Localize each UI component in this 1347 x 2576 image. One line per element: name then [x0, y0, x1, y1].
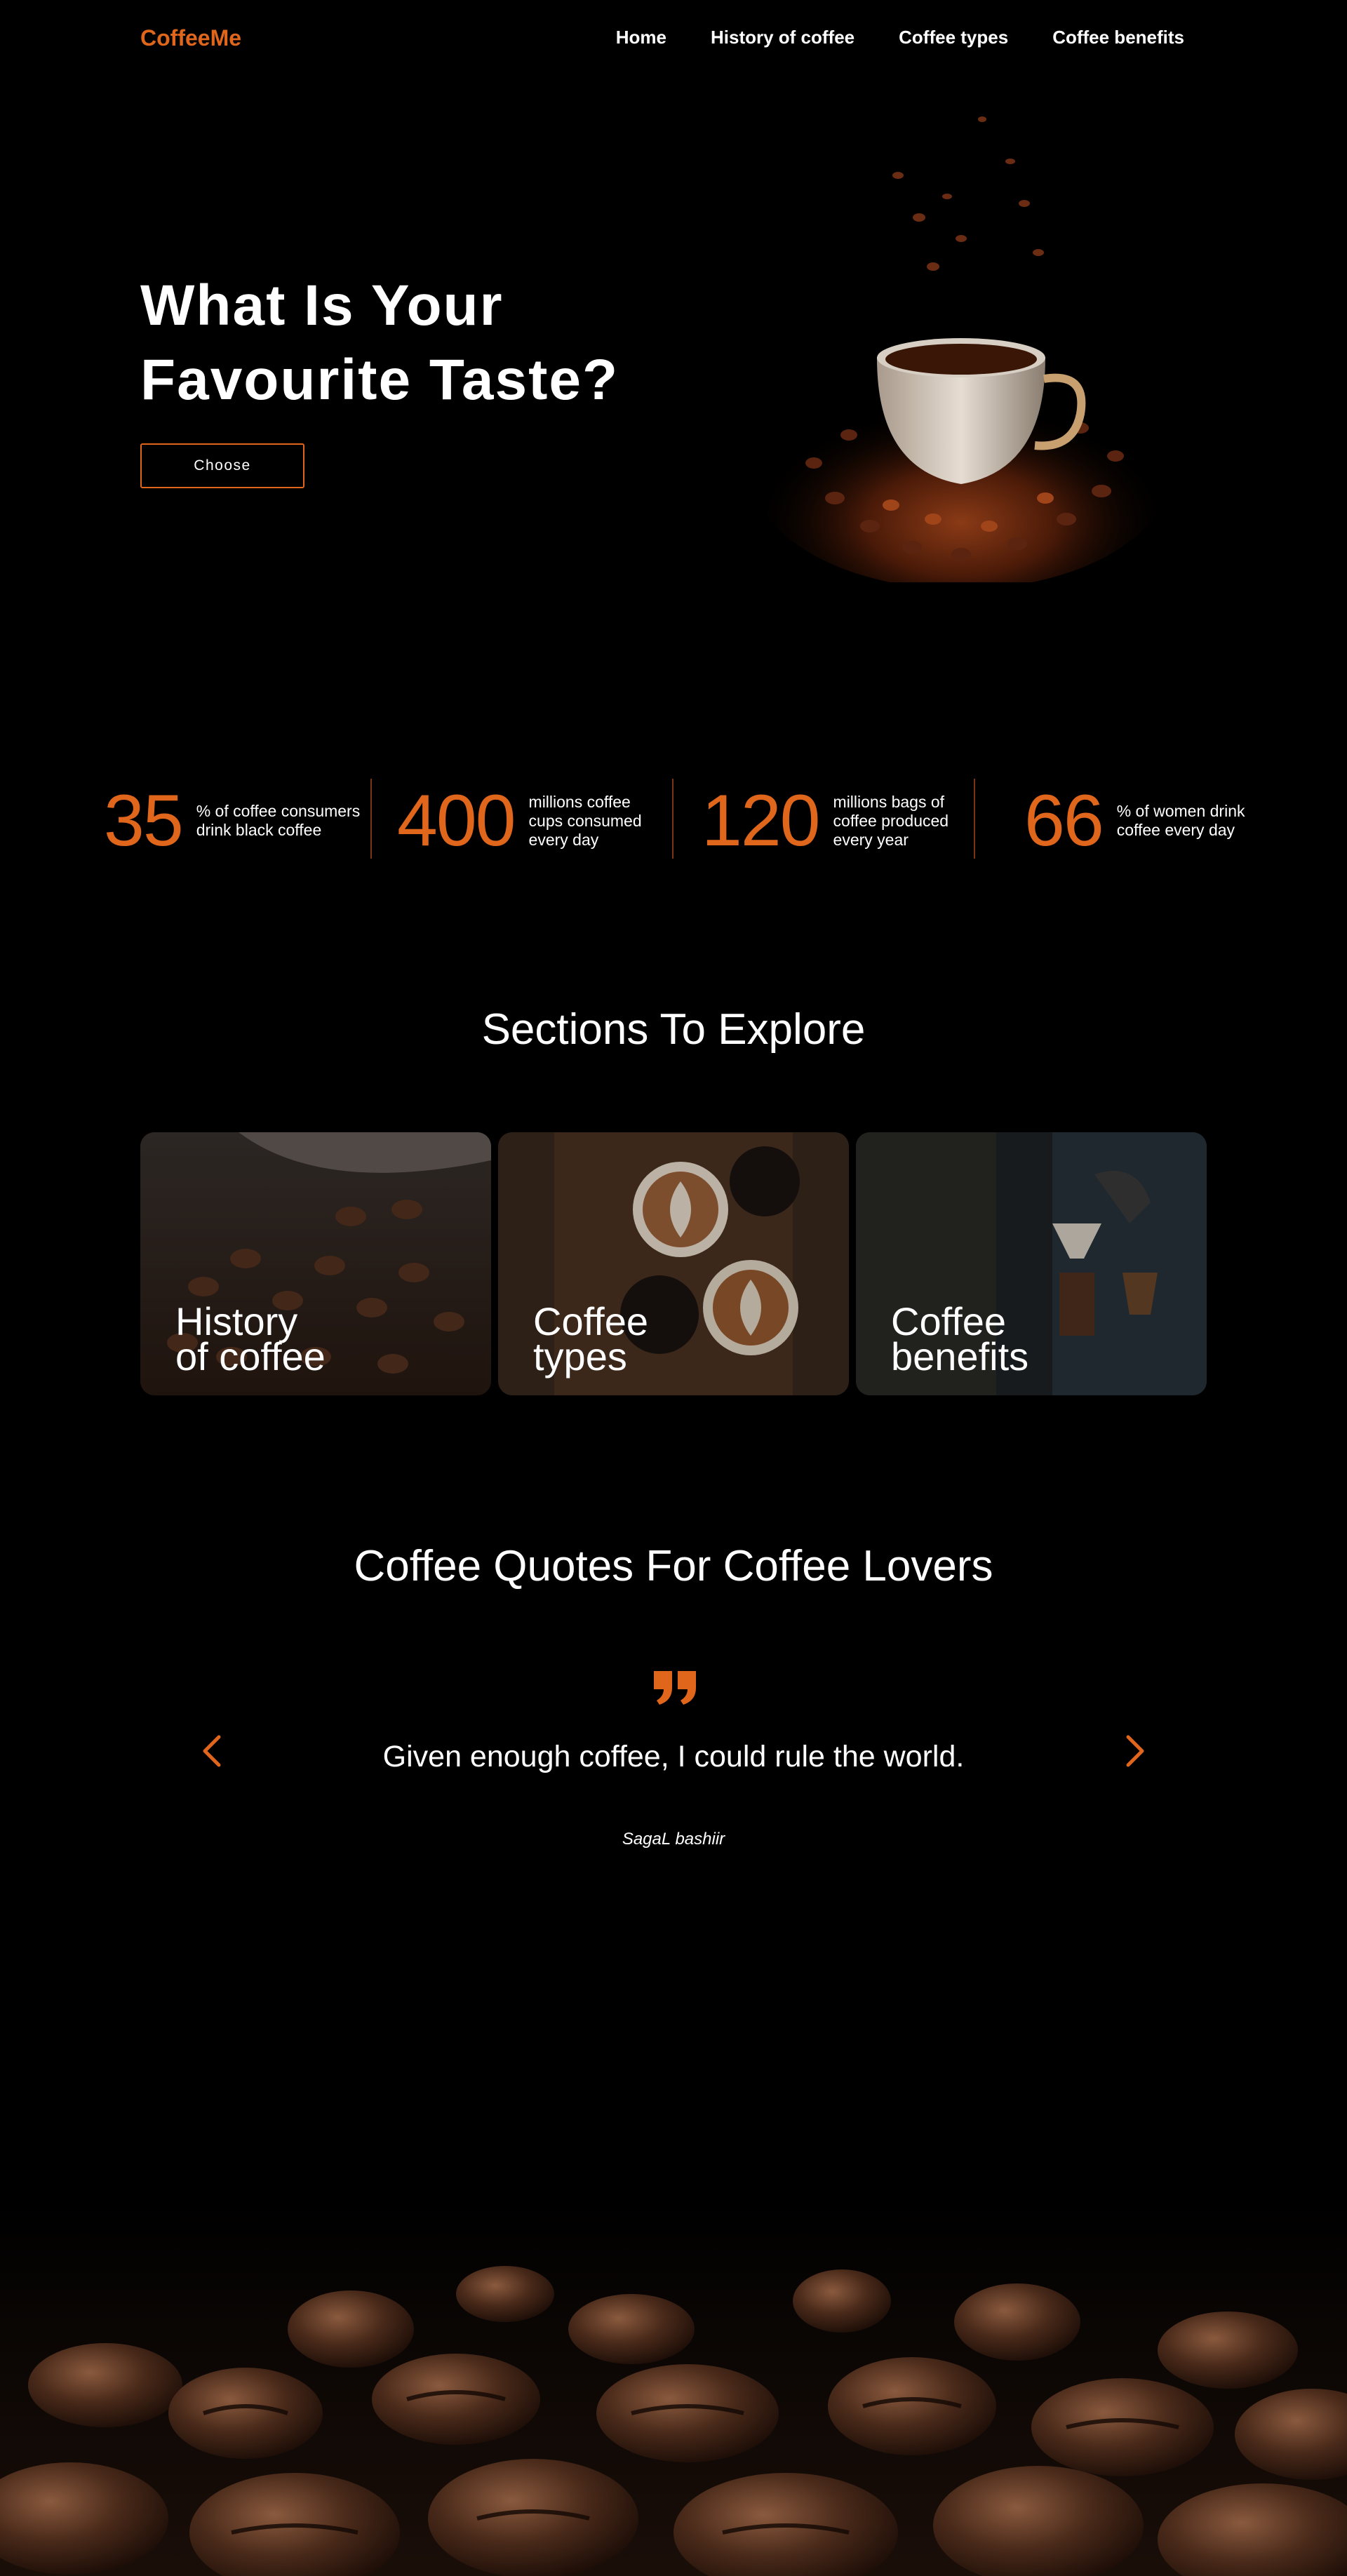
nav-coffee-benefits[interactable]: Coffee benefits [1052, 27, 1184, 48]
stat-women-coffee: 66 % of women drink coffee every day [1024, 779, 1257, 863]
quote-text: Given enough coffee, I could rule the wo… [382, 1740, 965, 1773]
quote-icon [654, 1671, 696, 1705]
stat-text: millions bags of coffee produced every y… [833, 792, 949, 849]
card-label-line2: benefits [891, 1334, 1029, 1378]
quote-author: SagaL bashiir [622, 1830, 725, 1849]
card-coffee-types[interactable]: Coffee types [498, 1132, 849, 1395]
card-coffee-benefits[interactable]: Coffee benefits [856, 1132, 1207, 1395]
stat-divider [974, 779, 975, 859]
nav-history-of-coffee[interactable]: History of coffee [711, 27, 855, 48]
card-history-of-coffee[interactable]: History of coffee [140, 1132, 491, 1395]
hero-title-line2: Favourite Taste? [140, 348, 619, 412]
coffee-beans-footer-image [0, 2203, 1347, 2576]
stat-value: 400 [397, 780, 516, 861]
quotes-title: Coffee Quotes For Coffee Lovers [354, 1542, 993, 1590]
stat-coffee-cups: 400 millions coffee cups consumed every … [397, 779, 652, 863]
stat-black-coffee: 35 % of coffee consumers drink black cof… [104, 779, 361, 863]
stat-divider [672, 779, 674, 859]
card-label-line2: of coffee [175, 1334, 326, 1378]
stat-coffee-bags: 120 millions bags of coffee produced eve… [702, 779, 956, 863]
brand-logo[interactable]: CoffeeMe [140, 25, 241, 51]
hero-coffee-cup-image [751, 116, 1172, 582]
card-label: History of coffee [175, 1302, 470, 1376]
stat-text: % of coffee consumers drink black coffee [196, 802, 361, 839]
nav-coffee-types[interactable]: Coffee types [899, 27, 1008, 48]
choose-button[interactable]: Choose [140, 443, 304, 488]
sections-title: Sections To Explore [481, 1005, 866, 1054]
card-label-line2: types [533, 1334, 627, 1378]
card-label: Coffee benefits [891, 1302, 1186, 1376]
hero-title-line1: What Is Your [140, 274, 504, 337]
stat-text: % of women drink coffee every day [1116, 802, 1245, 839]
hero-title: What Is Your Favourite Taste? [140, 269, 674, 417]
stat-divider [370, 779, 372, 859]
stat-value: 120 [702, 780, 821, 861]
stat-value: 66 [1024, 780, 1104, 861]
card-label: Coffee types [533, 1302, 828, 1376]
main-nav: Home History of coffee Coffee types Coff… [616, 27, 1184, 48]
nav-home[interactable]: Home [616, 27, 666, 48]
stat-text: millions coffee cups consumed every day [528, 792, 642, 849]
stat-value: 35 [104, 780, 184, 861]
